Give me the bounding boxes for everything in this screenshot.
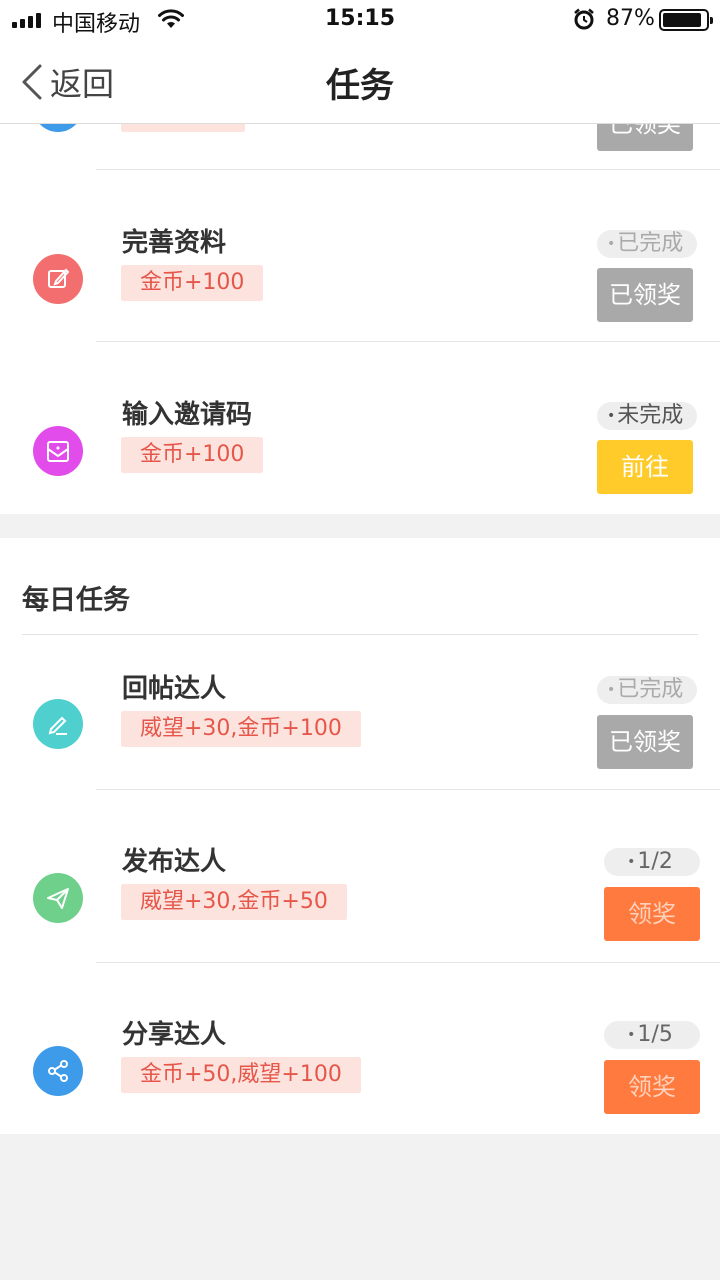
task-row-post-master: 发布达人 威望+30,金币+50 •1/2 领奖 (0, 790, 720, 963)
pen-icon (33, 699, 83, 749)
task-row-complete-profile: 完善资料 金币+100 •已完成 已领奖 (0, 170, 720, 342)
task-title: 回帖达人 (122, 674, 227, 704)
task-row-reply-master: 回帖达人 威望+30,金币+100 •已完成 已领奖 (0, 636, 720, 790)
battery-percent: 87% (606, 6, 655, 31)
share-icon (33, 1046, 83, 1096)
task-title: 完善资料 (122, 228, 227, 258)
task-row-share-master: 分享达人 金币+50,威望+100 •1/5 领奖 (0, 963, 720, 1134)
daily-task-card: 每日任务 回帖达人 威望+30,金币+100 •已完成 已领奖 发布达人 威望+… (0, 538, 720, 1134)
novice-task-card-partial: 已领奖 (0, 124, 720, 170)
paper-plane-icon (33, 873, 83, 923)
reward-tag: 威望+30,金币+50 (121, 884, 347, 920)
navigation-bar: 返回 任务 (0, 40, 720, 124)
section-divider (22, 634, 698, 635)
page-title: 任务 (326, 66, 394, 106)
status-bar: 中国移动 15:15 87% (0, 0, 720, 40)
status-badge: •已完成 (597, 230, 698, 258)
task-row-invite-code: 输入邀请码 金币+100 •未完成 前往 (0, 342, 720, 514)
edit-icon (33, 254, 83, 304)
task-row-partial: 已领奖 (0, 124, 720, 170)
progress-badge: •1/5 (604, 1021, 700, 1049)
envelope-icon (33, 426, 83, 476)
status-badge: •已完成 (597, 676, 698, 704)
reward-tag: 威望+30,金币+100 (121, 711, 361, 747)
claimed-button-partial[interactable]: 已领奖 (597, 124, 693, 151)
claimed-button[interactable]: 已领奖 (597, 268, 693, 322)
task-icon-partial (33, 124, 83, 132)
alarm-clock-icon (574, 8, 594, 30)
claim-reward-button[interactable]: 领奖 (604, 1060, 700, 1114)
claimed-button[interactable]: 已领奖 (597, 715, 693, 769)
reward-tag: 金币+100 (121, 265, 264, 301)
reward-tag-partial (121, 124, 245, 132)
section-title: 每日任务 (22, 585, 130, 616)
task-title: 分享达人 (122, 1020, 227, 1050)
progress-badge: •1/2 (604, 848, 700, 876)
reward-tag: 金币+50,威望+100 (121, 1057, 361, 1093)
battery-icon (659, 9, 713, 31)
status-badge: •未完成 (597, 402, 698, 430)
reward-tag: 金币+100 (121, 437, 264, 473)
novice-task-card: 完善资料 金币+100 •已完成 已领奖 输入邀请码 金币+100 •未完成 前… (0, 170, 720, 514)
go-button[interactable]: 前往 (597, 440, 693, 494)
task-title: 输入邀请码 (122, 400, 253, 430)
task-list[interactable]: 已领奖 完善资料 金币+100 •已完成 已领奖 输入邀请码 金币+100 •未… (0, 124, 720, 1280)
task-title: 发布达人 (122, 847, 227, 877)
claim-reward-button[interactable]: 领奖 (604, 887, 700, 941)
